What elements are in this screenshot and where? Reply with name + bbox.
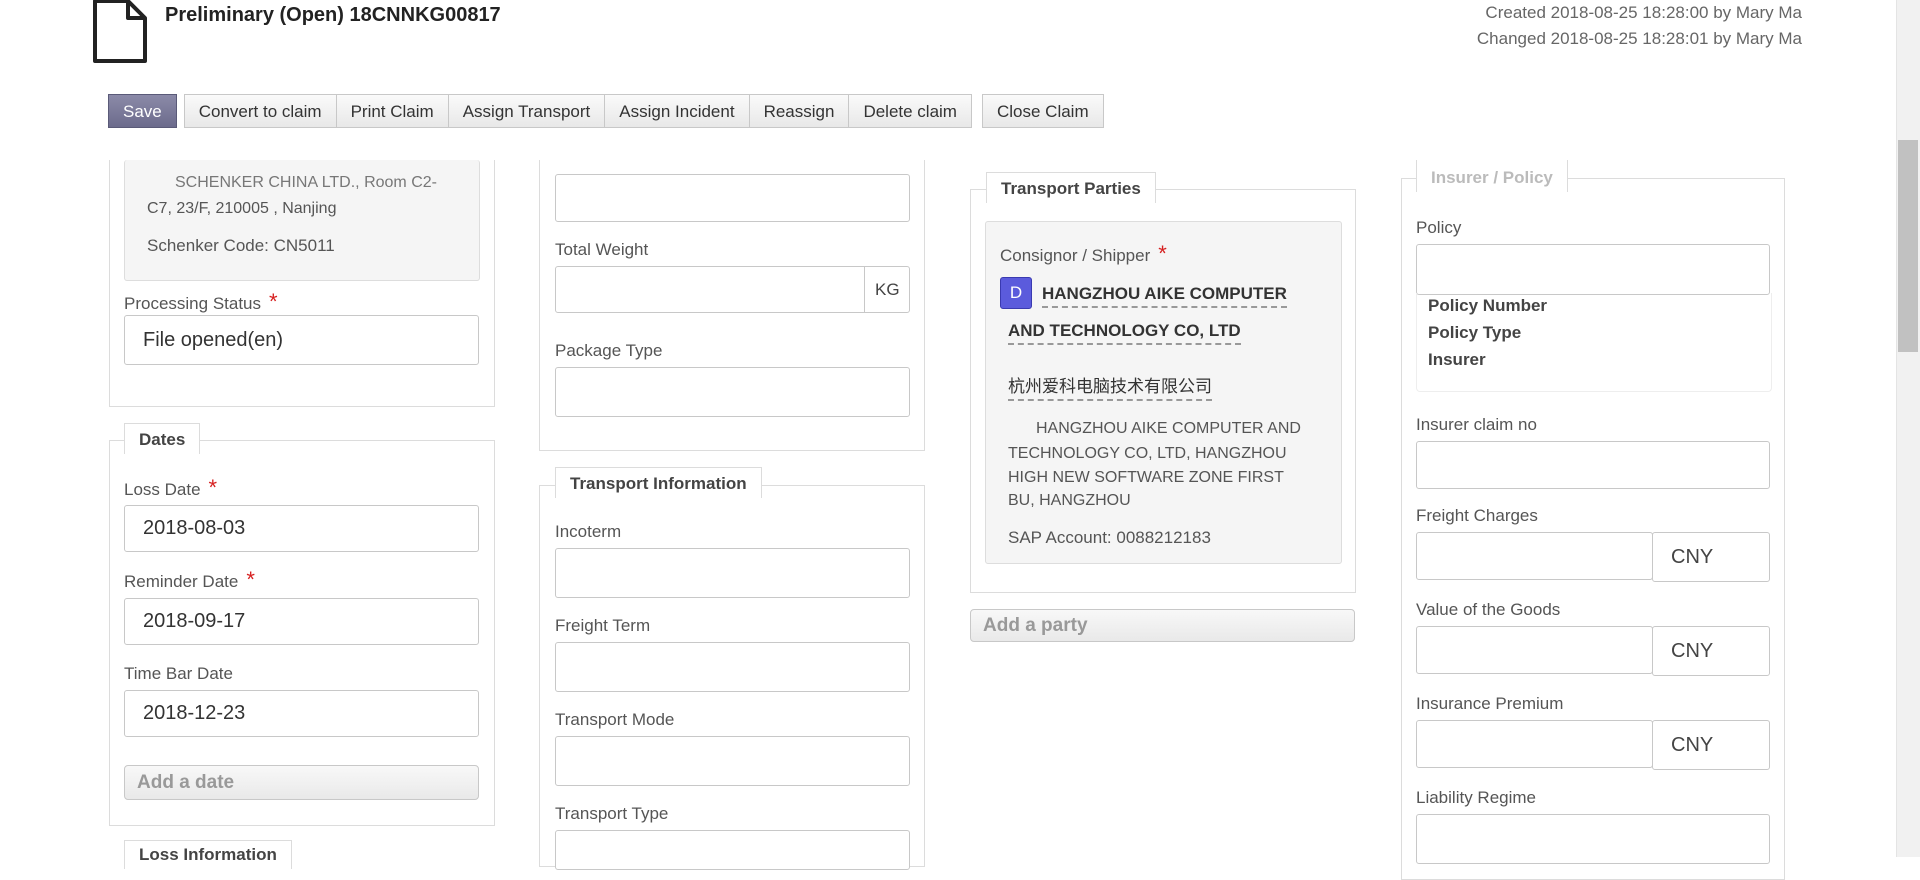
consignor-label-text: Consignor / Shipper: [1000, 246, 1151, 265]
document-icon: [93, 0, 147, 63]
processing-status-label-text: Processing Status: [124, 294, 262, 313]
created-info: Created 2018-08-25 18:28:00 by Mary Ma: [1485, 3, 1802, 22]
policy-number-label: Policy Number: [1428, 296, 1548, 315]
insurer-policy-legend: Insurer / Policy: [1416, 160, 1568, 192]
total-weight-label: Total Weight: [555, 240, 649, 259]
vertical-scrollbar[interactable]: [1896, 0, 1920, 857]
add-date-button[interactable]: Add a date: [124, 765, 479, 800]
loss-date-input[interactable]: 2018-08-03: [124, 505, 479, 552]
freight-charges-input[interactable]: [1416, 532, 1653, 580]
record-meta: Created 2018-08-25 18:28:00 by Mary Ma C…: [1477, 0, 1802, 52]
reminder-date-label: Reminder Date *: [124, 567, 255, 593]
insurer-claim-no-input[interactable]: [1416, 441, 1770, 489]
party-type-badge: D: [1000, 277, 1032, 309]
dates-legend-tab: Dates: [124, 423, 201, 454]
company-name-chinese[interactable]: 杭州爱科电脑技术有限公司: [1008, 372, 1212, 401]
required-marker: *: [246, 567, 255, 592]
changed-info: Changed 2018-08-25 18:28:01 by Mary Ma: [1476, 29, 1802, 48]
package-type-label: Package Type: [555, 341, 663, 360]
assign-transport-button[interactable]: Assign Transport: [447, 94, 606, 128]
shipment-top-input[interactable]: [555, 174, 910, 222]
transport-type-input[interactable]: [555, 830, 910, 870]
goods-value-label: Value of the Goods: [1416, 600, 1561, 619]
freight-term-label: Freight Term: [555, 616, 651, 635]
add-party-button[interactable]: Add a party: [970, 609, 1355, 642]
freight-term-input[interactable]: [555, 642, 910, 692]
insurance-premium-label: Insurance Premium: [1416, 694, 1564, 713]
premium-currency-select[interactable]: CNY: [1652, 720, 1770, 770]
weight-unit: KG: [864, 266, 910, 313]
policy-details: Policy Number Policy Type Insurer: [1416, 293, 1772, 392]
required-marker: *: [269, 289, 278, 314]
liability-regime-label: Liability Regime: [1416, 788, 1536, 807]
policy-type-label: Policy Type: [1428, 323, 1522, 342]
scrollbar-thumb[interactable]: [1898, 140, 1918, 352]
print-claim-button[interactable]: Print Claim: [335, 94, 449, 128]
company-name-line1[interactable]: HANGZHOU AIKE COMPUTER: [1042, 284, 1287, 308]
required-marker: *: [208, 475, 218, 500]
reminder-date-label-text: Reminder Date: [124, 572, 239, 591]
party-address-line1: HANGZHOU AIKE COMPUTER AND: [1036, 420, 1301, 437]
consignor-label: Consignor / Shipper *: [1000, 241, 1167, 267]
goods-value-input[interactable]: [1416, 626, 1653, 674]
company-name-line2[interactable]: AND TECHNOLOGY CO, LTD: [1008, 321, 1241, 345]
transport-type-label: Transport Type: [555, 804, 669, 823]
insurer-label: Insurer: [1428, 350, 1486, 369]
address-line1: SCHENKER CHINA LTD., Room C2-: [175, 174, 437, 191]
transport-parties-legend: Transport Parties: [986, 172, 1156, 203]
reminder-date-input[interactable]: 2018-09-17: [124, 598, 479, 645]
processing-status-select[interactable]: File opened(en): [124, 315, 479, 365]
policy-input[interactable]: [1416, 244, 1770, 295]
transport-info-legend: Transport Information: [555, 467, 762, 498]
loss-date-label: Loss Date *: [124, 475, 217, 501]
party-address-line2: TECHNOLOGY CO, LTD, HANGZHOU: [1008, 445, 1287, 462]
incoterm-input[interactable]: [555, 548, 910, 598]
insurer-claim-no-label: Insurer claim no: [1416, 415, 1537, 434]
address-line2: C7, 23/F, 210005 , Nanjing: [147, 200, 337, 217]
transport-mode-label: Transport Mode: [555, 710, 675, 729]
close-claim-button[interactable]: Close Claim: [981, 94, 1104, 128]
freight-currency-select[interactable]: CNY: [1652, 532, 1770, 582]
time-bar-date-input[interactable]: 2018-12-23: [124, 690, 479, 737]
loss-date-label-text: Loss Date: [124, 480, 201, 499]
goods-currency-select[interactable]: CNY: [1652, 626, 1770, 676]
total-weight-input[interactable]: [555, 266, 865, 313]
loss-information-legend: Loss Information: [124, 840, 292, 869]
page-title: Preliminary (Open) 18CNNKG00817: [165, 4, 501, 26]
assign-incident-button[interactable]: Assign Incident: [604, 94, 750, 128]
party-address-line3: HIGH NEW SOFTWARE ZONE FIRST: [1008, 469, 1284, 486]
policy-label: Policy: [1416, 218, 1462, 237]
insurance-premium-input[interactable]: [1416, 720, 1653, 768]
processing-status-label: Processing Status *: [124, 289, 278, 315]
convert-to-claim-button[interactable]: Convert to claim: [183, 94, 337, 128]
save-button[interactable]: Save: [108, 94, 177, 128]
party-address-line4: BU, HANGZHOU: [1008, 492, 1131, 509]
freight-charges-label: Freight Charges: [1416, 506, 1538, 525]
sap-account: SAP Account: 0088212183: [1008, 528, 1211, 547]
office-address-box: SCHENKER CHINA LTD., Room C2- C7, 23/F, …: [124, 160, 480, 281]
reassign-button[interactable]: Reassign: [748, 94, 850, 128]
toolbar: Save Convert to claim Print Claim Assign…: [108, 94, 1104, 130]
transport-mode-input[interactable]: [555, 736, 910, 786]
schenker-code: Schenker Code: CN5011: [147, 236, 335, 255]
package-type-input[interactable]: [555, 367, 910, 417]
time-bar-date-label: Time Bar Date: [124, 664, 233, 683]
incoterm-label: Incoterm: [555, 522, 622, 541]
delete-claim-button[interactable]: Delete claim: [848, 94, 972, 128]
required-marker: *: [1158, 241, 1167, 266]
